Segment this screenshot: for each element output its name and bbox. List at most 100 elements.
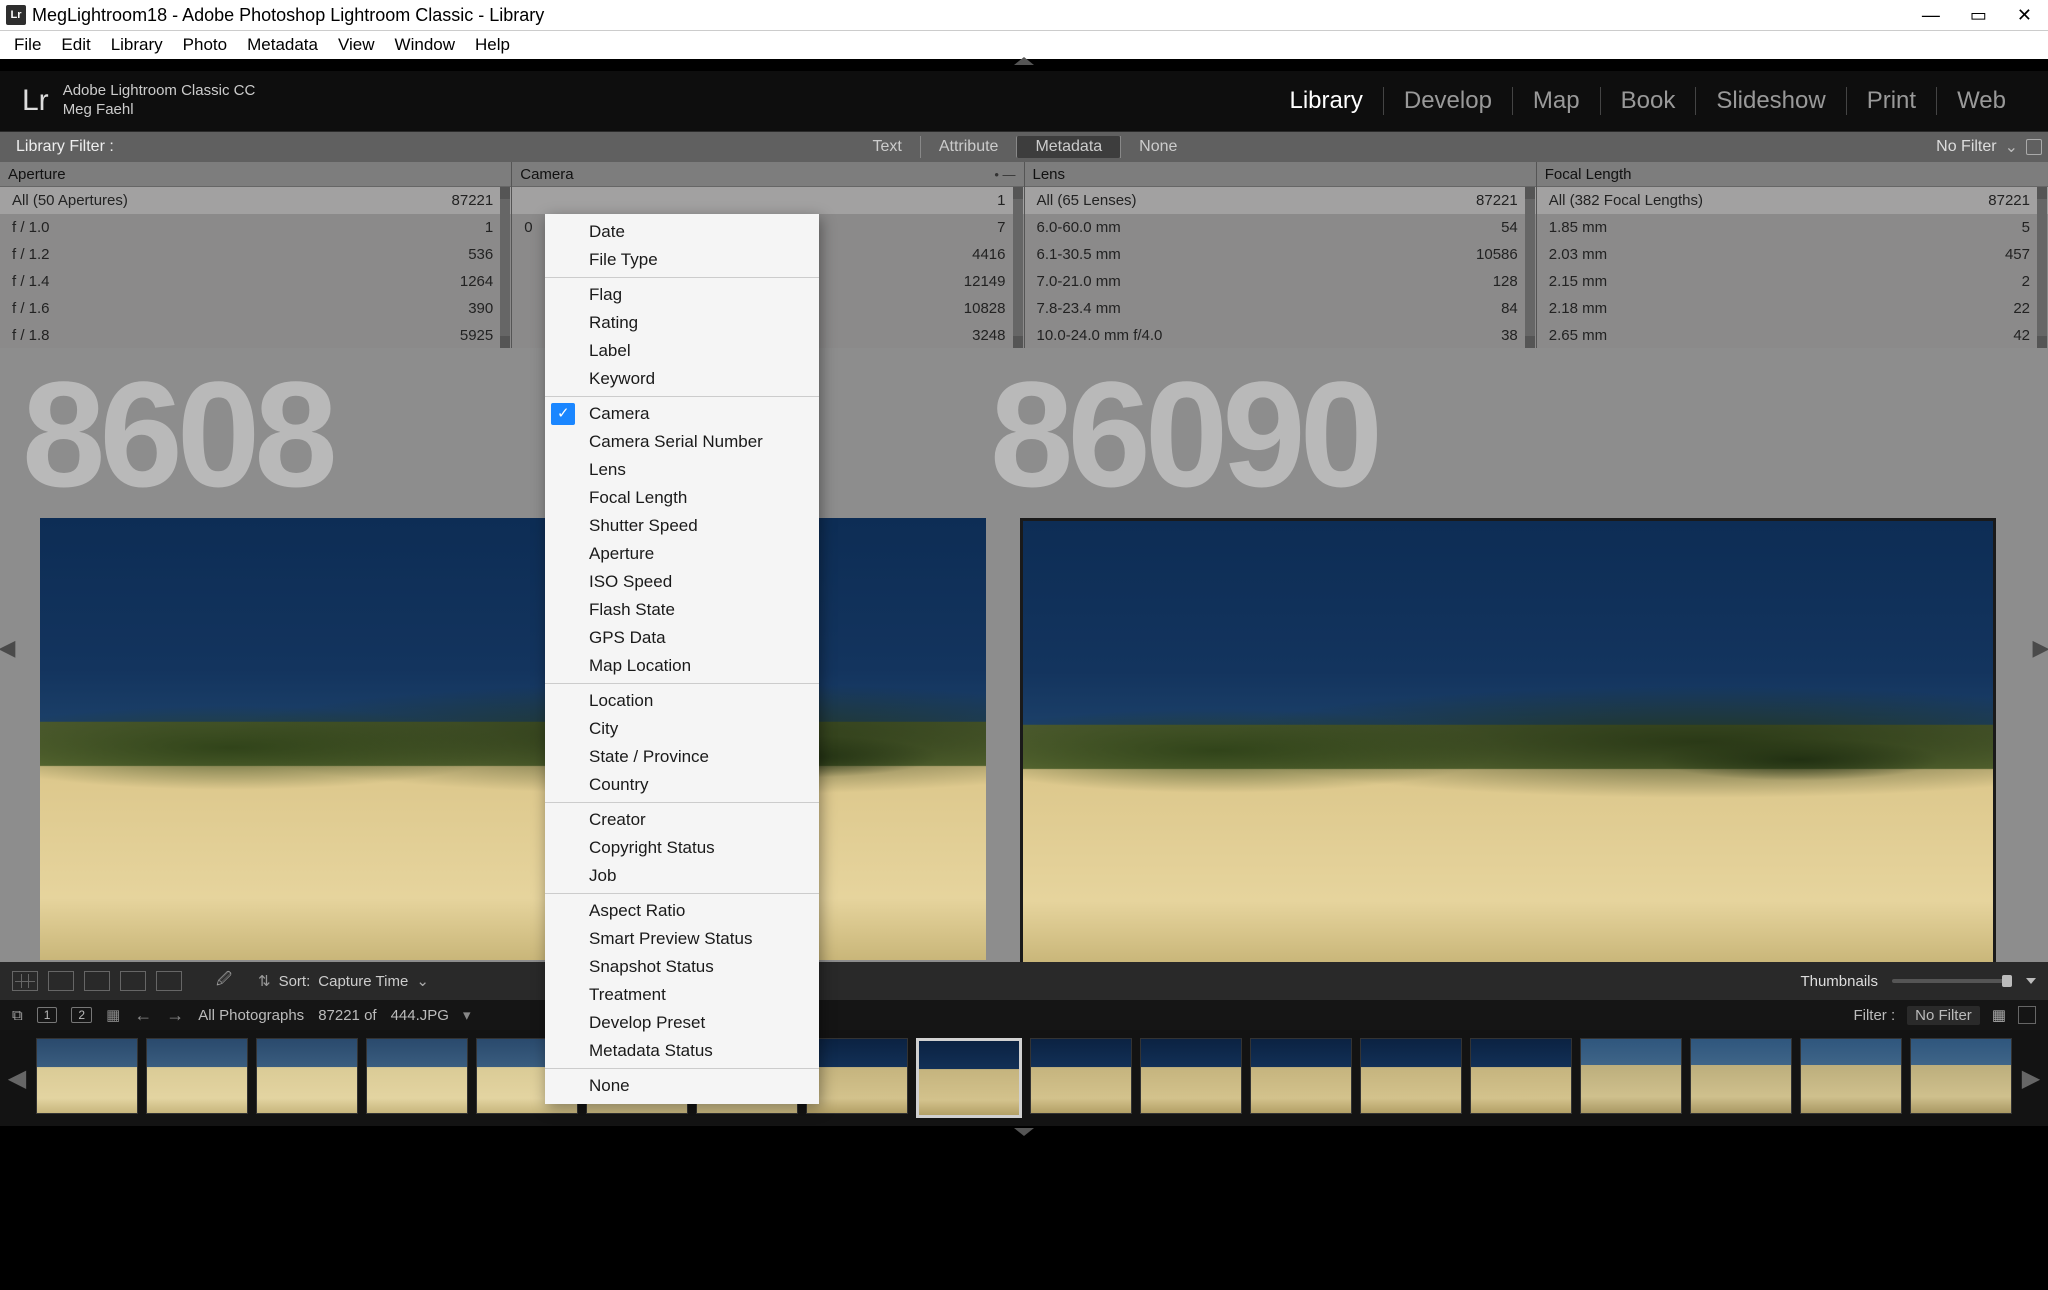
grid-icon[interactable]: ▦: [106, 1006, 120, 1024]
dropdown-item-camera[interactable]: Camera: [545, 400, 819, 428]
metadata-row[interactable]: 1.85 mm5: [1537, 214, 2048, 241]
metadata-row[interactable]: f / 1.2536: [0, 241, 511, 268]
dropdown-item-location[interactable]: Location: [545, 687, 819, 715]
sort-direction-button[interactable]: ⇅: [258, 972, 271, 990]
people-view-button[interactable]: [156, 971, 182, 991]
dropdown-item-job[interactable]: Job: [545, 862, 819, 890]
thumbnail-size-slider[interactable]: [1892, 979, 2012, 983]
dropdown-item-treatment[interactable]: Treatment: [545, 981, 819, 1009]
metadata-row[interactable]: f / 1.6390: [0, 295, 511, 322]
filmstrip-thumb[interactable]: [146, 1038, 248, 1114]
dropdown-item-shutter-speed[interactable]: Shutter Speed: [545, 512, 819, 540]
metadata-row[interactable]: 1: [512, 187, 1023, 214]
scrollbar[interactable]: [500, 187, 510, 348]
dropdown-item-map-location[interactable]: Map Location: [545, 652, 819, 680]
module-tab-web[interactable]: Web: [1936, 87, 2026, 115]
module-tab-develop[interactable]: Develop: [1383, 87, 1512, 115]
metadata-row[interactable]: All (65 Lenses)87221: [1025, 187, 1536, 214]
module-tab-print[interactable]: Print: [1846, 87, 1936, 115]
metadata-row[interactable]: 2.18 mm22: [1537, 295, 2048, 322]
right-panel-handle[interactable]: ▶: [2034, 628, 2048, 668]
filmstrip-thumb[interactable]: [1030, 1038, 1132, 1114]
module-tab-book[interactable]: Book: [1600, 87, 1696, 115]
dropdown-item-rating[interactable]: Rating: [545, 309, 819, 337]
dropdown-item-city[interactable]: City: [545, 715, 819, 743]
dropdown-item-camera-serial-number[interactable]: Camera Serial Number: [545, 428, 819, 456]
menu-view[interactable]: View: [328, 33, 385, 57]
dropdown-item-country[interactable]: Country: [545, 771, 819, 799]
dropdown-item-metadata-status[interactable]: Metadata Status: [545, 1037, 819, 1065]
next-source-button[interactable]: →: [166, 1005, 184, 1026]
filmstrip-scroll-right[interactable]: ▶: [2020, 1035, 2042, 1121]
left-panel-handle[interactable]: ◀: [0, 628, 14, 668]
filmstrip-thumb[interactable]: [1140, 1038, 1242, 1114]
module-tab-library[interactable]: Library: [1270, 87, 1383, 115]
grid-view-button[interactable]: [12, 971, 38, 991]
loupe-image-a[interactable]: [40, 518, 986, 960]
dropdown-item-aperture[interactable]: Aperture: [545, 540, 819, 568]
dropdown-item-none[interactable]: None: [545, 1072, 819, 1100]
menu-window[interactable]: Window: [385, 33, 465, 57]
menu-library[interactable]: Library: [101, 33, 173, 57]
metadata-row[interactable]: 6.0-60.0 mm54: [1025, 214, 1536, 241]
prev-source-button[interactable]: ←: [134, 1005, 152, 1026]
painter-icon[interactable]: 🖉: [216, 969, 232, 994]
filmstrip-thumb[interactable]: [1800, 1038, 1902, 1114]
filmstrip-thumb[interactable]: [1910, 1038, 2012, 1114]
loupe-view-button[interactable]: [48, 971, 74, 991]
window-badge-1[interactable]: 1: [37, 1007, 58, 1023]
filmstrip-thumb[interactable]: [806, 1038, 908, 1114]
filter-mode-attribute[interactable]: Attribute: [920, 136, 1017, 158]
filmstrip-thumb[interactable]: [1360, 1038, 1462, 1114]
dropdown-item-label[interactable]: Label: [545, 337, 819, 365]
compare-view-button[interactable]: [84, 971, 110, 991]
filmstrip-thumb[interactable]: [366, 1038, 468, 1114]
maximize-button[interactable]: ▭: [1970, 5, 1987, 26]
dropdown-item-iso-speed[interactable]: ISO Speed: [545, 568, 819, 596]
dropdown-item-file-type[interactable]: File Type: [545, 246, 819, 274]
metadata-row[interactable]: 2.03 mm457: [1537, 241, 2048, 268]
window-badge-2[interactable]: 2: [71, 1007, 92, 1023]
filmstrip-thumb[interactable]: [1690, 1038, 1792, 1114]
filter-mode-none[interactable]: None: [1120, 136, 1195, 158]
filmstrip-thumb[interactable]: [1580, 1038, 1682, 1114]
filmstrip-thumb[interactable]: [1250, 1038, 1352, 1114]
dropdown-item-snapshot-status[interactable]: Snapshot Status: [545, 953, 819, 981]
menu-help[interactable]: Help: [465, 33, 520, 57]
metadata-row[interactable]: 6.1-30.5 mm10586: [1025, 241, 1536, 268]
top-panel-handle[interactable]: [0, 59, 2048, 71]
metadata-row[interactable]: f / 1.85925: [0, 322, 511, 348]
scrollbar[interactable]: [1525, 187, 1535, 348]
close-button[interactable]: ✕: [2017, 5, 2032, 26]
no-filter-preset[interactable]: No Filter: [1936, 138, 1996, 156]
metadata-row[interactable]: 10.0-24.0 mm f/4.038: [1025, 322, 1536, 348]
second-window-icon[interactable]: ⧉: [12, 1007, 23, 1024]
menu-file[interactable]: File: [4, 33, 51, 57]
sort-value[interactable]: Capture Time: [318, 973, 408, 990]
minimize-button[interactable]: —: [1922, 5, 1940, 26]
lock-icon[interactable]: [2026, 139, 2042, 155]
dropdown-item-keyword[interactable]: Keyword: [545, 365, 819, 393]
source-context[interactable]: All Photographs: [198, 1007, 304, 1024]
dropdown-item-develop-preset[interactable]: Develop Preset: [545, 1009, 819, 1037]
toolbar-menu-button[interactable]: [2026, 978, 2036, 984]
metadata-row[interactable]: 7.8-23.4 mm84: [1025, 295, 1536, 322]
metadata-row[interactable]: f / 1.01: [0, 214, 511, 241]
filmstrip-thumb[interactable]: [916, 1038, 1022, 1118]
metadata-column-header[interactable]: Camera• —: [512, 162, 1023, 187]
dropdown-item-smart-preview-status[interactable]: Smart Preview Status: [545, 925, 819, 953]
filmstrip-filter-preset[interactable]: No Filter: [1907, 1006, 1980, 1025]
module-tab-slideshow[interactable]: Slideshow: [1695, 87, 1845, 115]
filmstrip-scroll-left[interactable]: ◀: [6, 1035, 28, 1121]
menu-edit[interactable]: Edit: [51, 33, 100, 57]
metadata-row[interactable]: All (50 Apertures)87221: [0, 187, 511, 214]
dropdown-item-focal-length[interactable]: Focal Length: [545, 484, 819, 512]
filmstrip-thumb[interactable]: [256, 1038, 358, 1114]
survey-view-button[interactable]: [120, 971, 146, 991]
menu-metadata[interactable]: Metadata: [237, 33, 328, 57]
bottom-panel-handle[interactable]: [0, 1126, 2048, 1138]
metadata-row[interactable]: f / 1.41264: [0, 268, 511, 295]
dropdown-item-lens[interactable]: Lens: [545, 456, 819, 484]
dropdown-item-flash-state[interactable]: Flash State: [545, 596, 819, 624]
dropdown-item-gps-data[interactable]: GPS Data: [545, 624, 819, 652]
